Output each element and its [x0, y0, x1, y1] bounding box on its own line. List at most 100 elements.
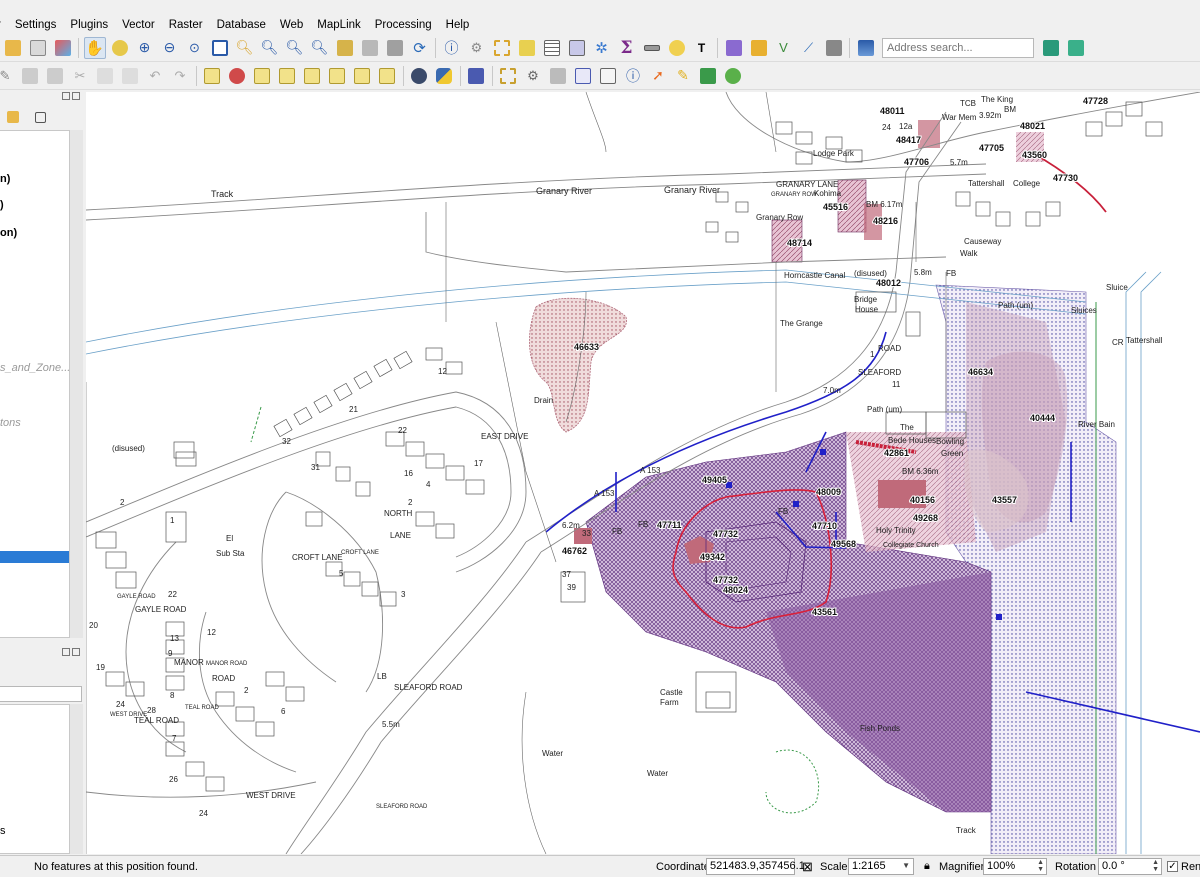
zoom-last-icon[interactable]: 🔍︎ [284, 37, 306, 59]
action-icon[interactable]: ⚙ [466, 37, 488, 59]
selected-layer-item[interactable] [0, 551, 69, 563]
paint-icon[interactable]: ✎ [672, 65, 694, 87]
menu-item-processing[interactable]: Processing [374, 19, 433, 31]
table-icon[interactable] [597, 65, 619, 87]
browser-tree[interactable]: s [0, 704, 70, 854]
vertex-tool-icon[interactable]: V [773, 37, 795, 59]
deselect-icon[interactable] [516, 37, 538, 59]
select-rect-icon[interactable] [497, 65, 519, 87]
address-search-input[interactable] [882, 37, 1034, 58]
text-annotation-icon[interactable]: T [691, 37, 713, 59]
new-bookmark-icon[interactable] [334, 37, 356, 59]
scale-lock-icon[interactable]: ⊠ [802, 859, 813, 875]
label-change2-icon[interactable] [351, 65, 373, 87]
render-checkbox[interactable]: ✓ [1167, 861, 1178, 872]
remove-layer-icon[interactable] [30, 106, 52, 128]
browser-search-input[interactable] [0, 686, 82, 702]
menu-item-web[interactable]: Web [279, 19, 304, 31]
layer-item[interactable]: tons [0, 417, 21, 429]
paste-icon[interactable] [119, 65, 141, 87]
identify-icon[interactable]: ⓘ [441, 37, 463, 59]
zoom-out-icon[interactable]: ⊖ [159, 37, 181, 59]
new-bookmark2-icon[interactable] [384, 37, 406, 59]
coordinate-field[interactable]: 521483.9,357456.1 [706, 858, 805, 875]
menu-item-settings[interactable]: Settings [14, 19, 58, 31]
metasearch-icon[interactable] [465, 65, 487, 87]
layer-item[interactable]: s_and_Zone... [0, 362, 69, 374]
zoom-selection-icon[interactable]: 🔍︎ [234, 37, 256, 59]
split-icon[interactable]: ➚ [647, 65, 669, 87]
zoom-native-icon[interactable]: ⊙ [184, 37, 206, 59]
label-pin-icon[interactable] [226, 65, 248, 87]
zoom-layer-icon[interactable]: 🔍︎ [259, 37, 281, 59]
python-icon[interactable] [433, 65, 455, 87]
browser-scrollbar[interactable] [70, 704, 83, 854]
layer-expand-icon[interactable] [2, 106, 24, 128]
redo-icon[interactable]: ↷ [169, 65, 191, 87]
delete-icon[interactable] [44, 65, 66, 87]
menu-item-database[interactable]: Database [216, 19, 267, 31]
digitize-icon[interactable] [748, 37, 770, 59]
measure-icon[interactable] [641, 37, 663, 59]
gps-icon[interactable] [408, 65, 430, 87]
map-tiles-icon[interactable] [1065, 37, 1087, 59]
browser-item[interactable]: s [0, 825, 6, 837]
edit-pencil-icon[interactable]: ✎ [0, 65, 16, 87]
plugin-globe-icon[interactable] [722, 65, 744, 87]
magnifier-spinbox[interactable]: 100% ▲ ▼ [983, 858, 1047, 875]
osm-icon[interactable] [1040, 37, 1062, 59]
menu-item-help[interactable]: Help [445, 19, 471, 31]
zoom-in-icon[interactable]: ⊕ [134, 37, 156, 59]
attribute-table-icon[interactable] [541, 37, 563, 59]
copy-icon[interactable] [94, 65, 116, 87]
map-canvas[interactable]: Track Granary River Granary River GRANARY L… [86, 92, 1200, 854]
scale-combobox[interactable]: 1:2165 [848, 858, 914, 875]
label-move-icon[interactable] [276, 65, 298, 87]
label-change-icon[interactable] [326, 65, 348, 87]
close-panel-icon[interactable] [72, 92, 80, 100]
layer-item[interactable]: ) [0, 199, 4, 211]
label-highlight-icon[interactable] [376, 65, 398, 87]
zoom-next-icon[interactable]: 🔍︎ [309, 37, 331, 59]
statistics-icon[interactable]: Σ [616, 37, 638, 59]
rotation-spinbox[interactable]: 0.0 ° ▲ ▼ [1098, 858, 1162, 875]
float-panel-icon[interactable] [62, 92, 70, 100]
refresh-icon[interactable]: ⟳ [409, 37, 431, 59]
save-project-icon[interactable] [27, 37, 49, 59]
layers-tree[interactable]: n) ) on) s_and_Zone... tons [0, 130, 70, 638]
select-value-icon[interactable]: ⚙ [522, 65, 544, 87]
menu-item-vector[interactable]: Vector [121, 19, 156, 31]
style-manager-icon[interactable] [52, 37, 74, 59]
plugin-green-icon[interactable] [697, 65, 719, 87]
field-calculator-icon[interactable] [566, 37, 588, 59]
menu-item-maplink[interactable]: MapLink [316, 19, 361, 31]
pan-icon[interactable]: ✋ [83, 36, 106, 59]
save-edits-icon[interactable] [19, 65, 41, 87]
label-abc-icon[interactable] [201, 65, 223, 87]
show-bookmarks-icon[interactable] [359, 37, 381, 59]
measure-line-icon[interactable]: ⟋ [798, 37, 820, 59]
spin-arrows-icon[interactable]: ▲ ▼ [1152, 859, 1159, 873]
select-feature-icon[interactable] [491, 37, 513, 59]
menu-item-layer[interactable]: r [0, 19, 2, 31]
float-panel-icon[interactable] [62, 648, 70, 656]
annotation-icon[interactable] [666, 37, 688, 59]
open-project-icon[interactable] [2, 37, 24, 59]
cut-icon[interactable]: ✂ [69, 65, 91, 87]
spin-arrows-icon[interactable]: ▲ ▼ [1037, 859, 1044, 873]
layer-styling-icon[interactable] [855, 37, 877, 59]
lock-icon[interactable]: 🔒︎ [924, 860, 930, 873]
layer-item[interactable]: n) [0, 173, 10, 185]
menu-item-plugins[interactable]: Plugins [69, 19, 109, 31]
undo-icon[interactable]: ↶ [144, 65, 166, 87]
georeference-icon[interactable] [723, 37, 745, 59]
zoom-full-icon[interactable] [209, 37, 231, 59]
label-rotate-icon[interactable] [301, 65, 323, 87]
pan-to-selection-icon[interactable] [109, 37, 131, 59]
info-icon[interactable]: ⓘ [622, 65, 644, 87]
digitize2-icon[interactable] [823, 37, 845, 59]
label-show-icon[interactable] [251, 65, 273, 87]
layers-scrollbar[interactable] [70, 130, 83, 638]
identify2-icon[interactable] [572, 65, 594, 87]
select-expression-icon[interactable] [547, 65, 569, 87]
